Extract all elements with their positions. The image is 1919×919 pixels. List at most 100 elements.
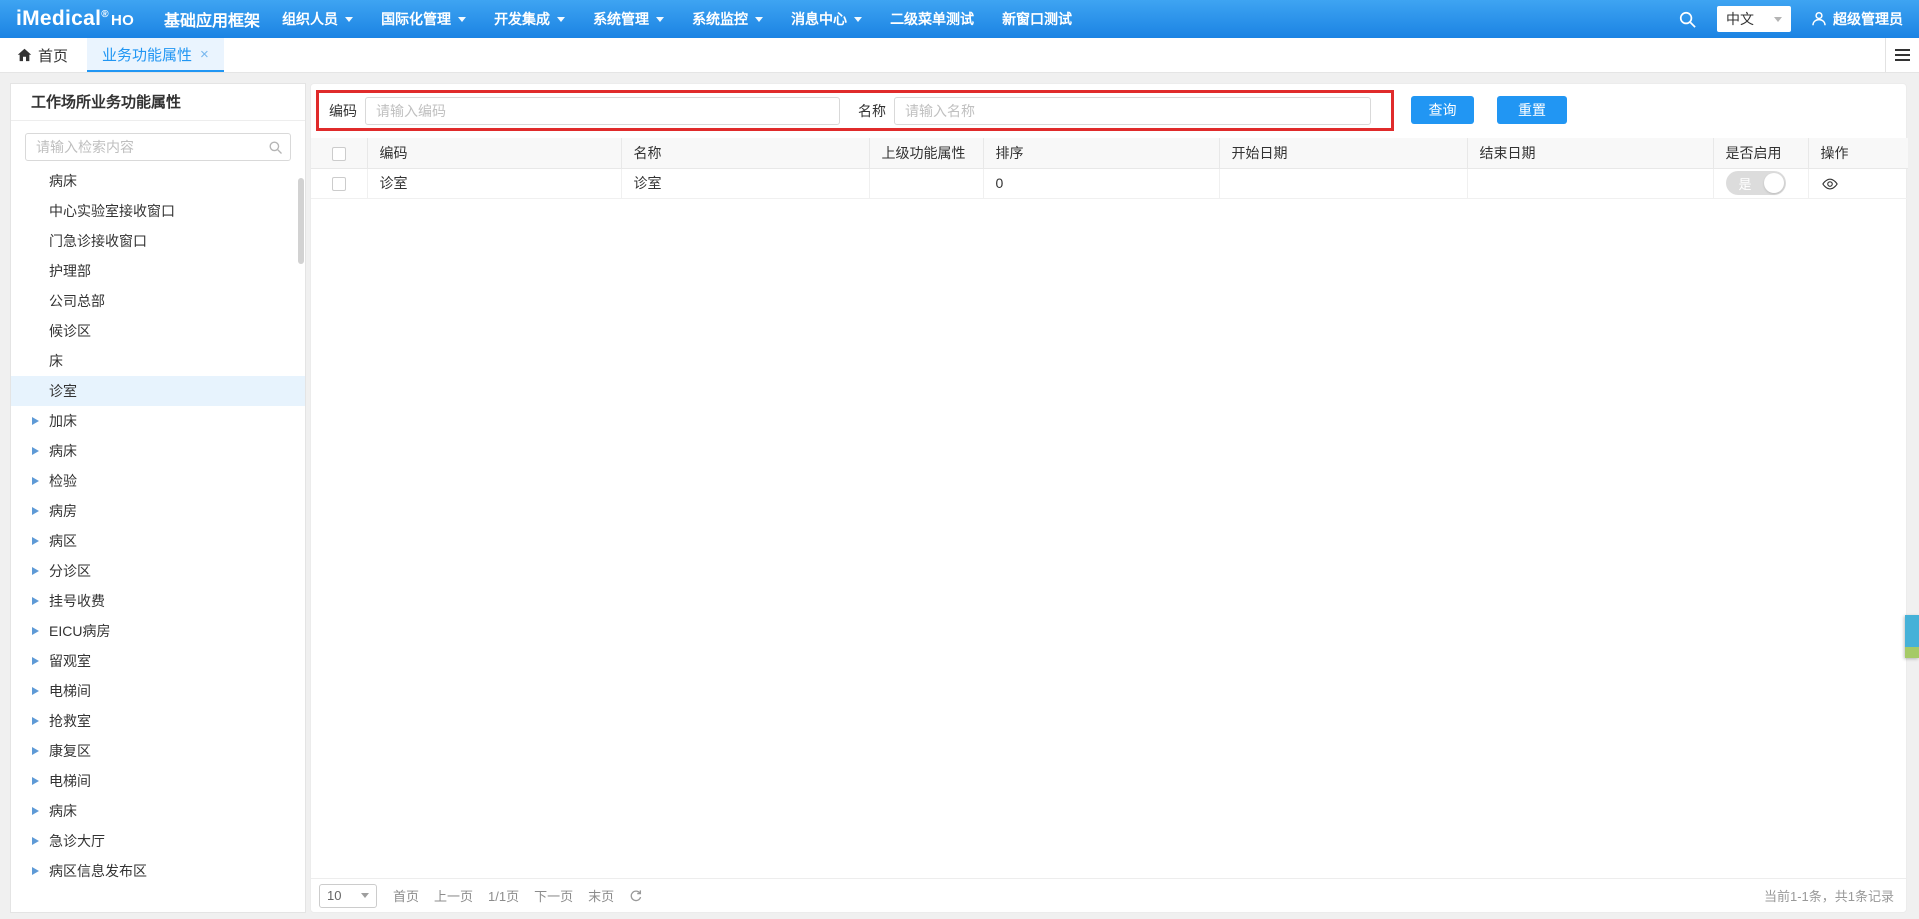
sidebar-item[interactable]: 病床 xyxy=(11,796,305,826)
widget-blue-segment[interactable] xyxy=(1905,615,1919,647)
tab-list-menu-button[interactable] xyxy=(1885,38,1919,72)
sidebar-item[interactable]: 检验 xyxy=(11,466,305,496)
close-icon[interactable]: × xyxy=(200,47,209,62)
cell-code: 诊室 xyxy=(367,168,622,199)
nav-item-1[interactable]: 组织人员 xyxy=(268,0,367,38)
nav-item-3[interactable]: 开发集成 xyxy=(480,0,579,38)
edge-floating-widget[interactable] xyxy=(1905,615,1919,658)
row-checkbox[interactable] xyxy=(331,177,346,192)
expand-arrow-icon[interactable] xyxy=(32,687,39,695)
sidebar-item[interactable]: 分诊区 xyxy=(11,556,305,586)
sidebar-item[interactable]: 病区 xyxy=(11,526,305,556)
column-header: 排序 xyxy=(983,138,1220,169)
nav-item-2[interactable]: 国际化管理 xyxy=(367,0,480,38)
nav-item-label: 开发集成 xyxy=(494,11,551,27)
sidebar-item-label: 挂号收费 xyxy=(49,593,105,609)
sidebar-item[interactable]: 诊室 xyxy=(11,376,305,406)
expand-arrow-icon[interactable] xyxy=(32,447,39,455)
page-size-value: 10 xyxy=(327,888,342,903)
filter-toolbar: 编码 名称 查询 重置 xyxy=(311,84,1906,131)
sidebar-item[interactable]: 公司总部 xyxy=(11,286,305,316)
expand-arrow-icon[interactable] xyxy=(32,867,39,875)
column-header: 结束日期 xyxy=(1467,138,1714,169)
sidebar-item[interactable]: 电梯间 xyxy=(11,766,305,796)
sidebar-item[interactable]: 病床 xyxy=(11,436,305,466)
expand-arrow-icon[interactable] xyxy=(32,717,39,725)
sidebar-item[interactable]: 候诊区 xyxy=(11,316,305,346)
query-button[interactable]: 查询 xyxy=(1411,96,1474,124)
sidebar-item[interactable]: 床 xyxy=(11,346,305,376)
expand-arrow-icon[interactable] xyxy=(32,777,39,785)
sidebar-item-label: 抢救室 xyxy=(49,713,91,729)
enabled-toggle[interactable]: 是 xyxy=(1725,171,1786,195)
tab-business-function-attrs[interactable]: 业务功能属性 × xyxy=(87,38,224,72)
sidebar-item-label: 床 xyxy=(49,353,63,369)
name-input[interactable] xyxy=(894,96,1371,125)
expand-arrow-icon[interactable] xyxy=(32,807,39,815)
tab-active-label: 业务功能属性 xyxy=(102,46,193,64)
sidebar-item[interactable]: 抢救室 xyxy=(11,706,305,736)
language-select[interactable]: 中文 xyxy=(1717,6,1791,32)
sidebar-item-label: 急诊大厅 xyxy=(49,833,105,849)
expand-arrow-icon[interactable] xyxy=(32,567,39,575)
expand-arrow-icon[interactable] xyxy=(32,477,39,485)
sidebar-item[interactable]: 门急诊接收窗口 xyxy=(11,226,305,256)
nav-item-label: 消息中心 xyxy=(791,11,848,27)
user-menu[interactable]: 超级管理员 xyxy=(1811,9,1903,29)
sidebar-item[interactable]: 病区信息发布区 xyxy=(11,856,305,886)
expand-arrow-icon[interactable] xyxy=(32,537,39,545)
sidebar-scrollbar-thumb[interactable] xyxy=(298,178,304,264)
search-icon[interactable] xyxy=(1678,10,1697,29)
expand-arrow-icon[interactable] xyxy=(32,507,39,515)
sidebar-item[interactable]: 急诊大厅 xyxy=(11,826,305,856)
tab-home[interactable]: 首页 xyxy=(0,38,87,72)
sidebar-item[interactable]: 病床 xyxy=(11,166,305,196)
nav-item-7[interactable]: 二级菜单测试 xyxy=(876,0,988,38)
last-page-link[interactable]: 末页 xyxy=(588,886,614,905)
view-eye-icon[interactable] xyxy=(1821,177,1839,191)
nav-item-4[interactable]: 系统管理 xyxy=(579,0,678,38)
sidebar-item[interactable]: 中心实验室接收窗口 xyxy=(11,196,305,226)
sidebar-item-label: 电梯间 xyxy=(49,683,91,699)
sidebar-item-label: 中心实验室接收窗口 xyxy=(49,203,175,219)
next-page-link[interactable]: 下一页 xyxy=(534,886,573,905)
select-all-checkbox[interactable] xyxy=(331,146,346,161)
expand-arrow-icon[interactable] xyxy=(32,417,39,425)
sidebar-item[interactable]: 留观室 xyxy=(11,646,305,676)
sidebar-item-label: 检验 xyxy=(49,473,77,489)
sidebar-item-label: 康复区 xyxy=(49,743,91,759)
widget-green-segment[interactable] xyxy=(1905,647,1919,658)
sidebar-item[interactable]: 电梯间 xyxy=(11,676,305,706)
sidebar-item-label: 诊室 xyxy=(49,383,77,399)
sidebar-item[interactable]: 挂号收费 xyxy=(11,586,305,616)
chevron-down-icon xyxy=(755,16,764,22)
page-size-select[interactable]: 10 xyxy=(319,883,377,908)
sidebar-list: 病床 中心实验室接收窗口 门急诊接收窗口 护理部 公司总部 候诊区床诊室 加床 病床 检验 病房病… xyxy=(11,166,305,886)
registered-mark: ® xyxy=(101,9,109,20)
expand-arrow-icon[interactable] xyxy=(32,747,39,755)
reset-button[interactable]: 重置 xyxy=(1497,96,1567,124)
sidebar-item[interactable]: 加床 xyxy=(11,406,305,436)
expand-arrow-icon[interactable] xyxy=(32,627,39,635)
refresh-icon[interactable] xyxy=(629,889,643,903)
prev-page-link[interactable]: 上一页 xyxy=(434,886,473,905)
sidebar-item[interactable]: EICU病房 xyxy=(11,616,305,646)
sidebar-item[interactable]: 病房 xyxy=(11,496,305,526)
sidebar-item[interactable]: 康复区 xyxy=(11,736,305,766)
sidebar-search-input[interactable] xyxy=(25,133,291,161)
nav-item-8[interactable]: 新窗口测试 xyxy=(988,0,1086,38)
expand-arrow-icon[interactable] xyxy=(32,597,39,605)
nav-item-6[interactable]: 消息中心 xyxy=(777,0,876,38)
expand-arrow-icon[interactable] xyxy=(32,837,39,845)
first-page-link[interactable]: 首页 xyxy=(393,886,419,905)
cell-end_date xyxy=(1467,168,1714,199)
nav-item-5[interactable]: 系统监控 xyxy=(678,0,777,38)
nav-item-label: 组织人员 xyxy=(282,11,339,27)
chevron-down-icon xyxy=(458,16,467,22)
sidebar-item-label: 护理部 xyxy=(49,263,91,279)
sidebar-item[interactable]: 护理部 xyxy=(11,256,305,286)
table-row[interactable]: 诊室 诊室 0 是 xyxy=(311,168,1908,199)
search-icon xyxy=(268,140,283,160)
code-input[interactable] xyxy=(365,96,840,125)
expand-arrow-icon[interactable] xyxy=(32,657,39,665)
